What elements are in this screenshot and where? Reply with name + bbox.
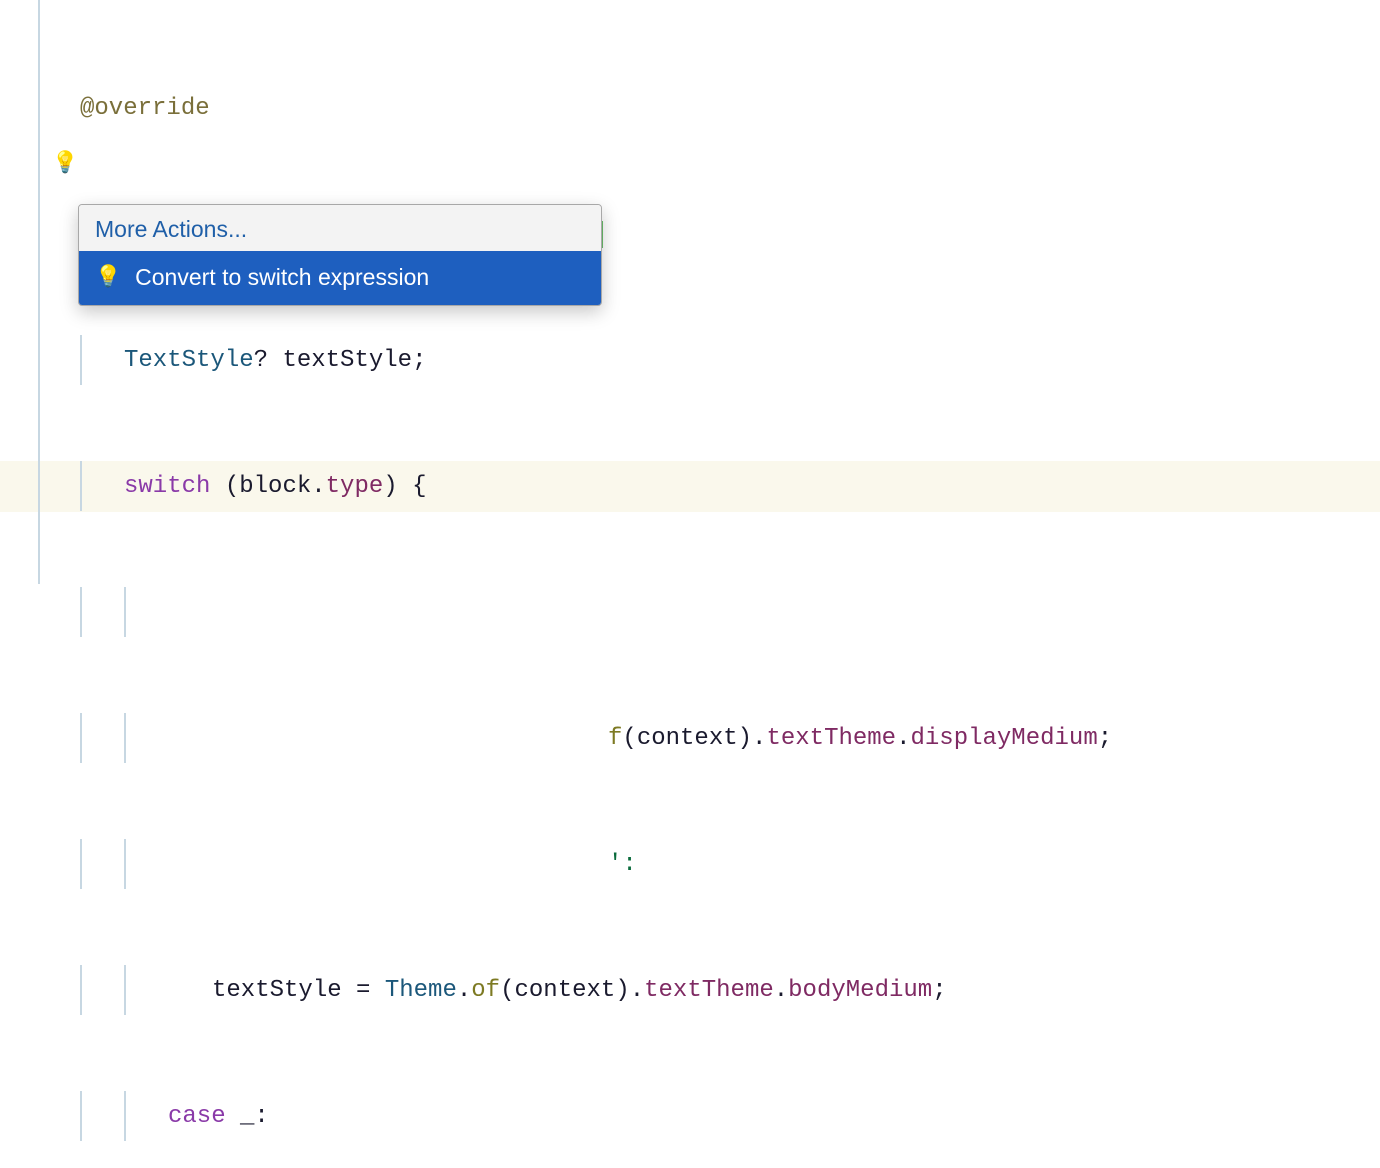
colon: : <box>254 1104 268 1129</box>
keyword-switch: switch <box>124 474 210 499</box>
code-line-active[interactable]: switch (block.type) { <box>80 461 1112 511</box>
variable: textStyle <box>212 978 342 1003</box>
dot: . <box>774 978 788 1003</box>
code-line[interactable]: ': <box>80 839 1112 889</box>
field: textTheme <box>644 978 774 1003</box>
arg: context <box>514 978 615 1003</box>
indent-guide <box>124 587 168 637</box>
method-partial: f <box>608 726 622 751</box>
equals: = <box>342 978 385 1003</box>
quick-fix-popup[interactable]: More Actions... 💡 Convert to switch expr… <box>78 204 602 306</box>
editor-left-rule <box>38 0 40 584</box>
dot: . <box>752 726 766 751</box>
dot: . <box>457 978 471 1003</box>
semicolon: ; <box>932 978 946 1003</box>
indent-guide <box>80 1091 124 1141</box>
variable: textStyle <box>282 348 412 373</box>
indent-guide <box>124 1091 168 1141</box>
annotation: @override <box>80 96 210 121</box>
field: type <box>326 474 384 499</box>
popup-item-convert-switch[interactable]: 💡 Convert to switch expression <box>79 251 601 305</box>
field: displayMedium <box>910 726 1097 751</box>
semicolon: ; <box>1098 726 1112 751</box>
keyword-case: case <box>168 1104 226 1129</box>
paren: ( <box>622 726 636 751</box>
paren: ( <box>500 978 514 1003</box>
brace-open: { <box>412 474 426 499</box>
field: textTheme <box>766 726 896 751</box>
object: block <box>239 474 311 499</box>
code-editor[interactable]: @override Widget build(BuildContext cont… <box>80 8 1112 1168</box>
nullable: ? <box>254 348 268 373</box>
code-line[interactable] <box>80 587 1112 637</box>
lightbulb-icon: 💡 <box>95 266 121 288</box>
popup-more-actions[interactable]: More Actions... <box>79 205 601 251</box>
code-line[interactable]: @override <box>80 84 1112 134</box>
wildcard: _ <box>226 1104 255 1129</box>
class: Theme <box>385 978 457 1003</box>
indent-guide <box>80 587 124 637</box>
dot: . <box>896 726 910 751</box>
field: bodyMedium <box>788 978 932 1003</box>
code-line[interactable]: case _: <box>80 1091 1112 1141</box>
arg: context <box>637 726 738 751</box>
indent-guide <box>80 965 124 1015</box>
indent-guide <box>80 335 124 385</box>
code-line[interactable]: f(context).textTheme.displayMedium; <box>80 713 1112 763</box>
string-tail: ': <box>608 852 637 877</box>
semicolon: ; <box>412 348 426 373</box>
code-line[interactable]: textStyle = Theme.of(context).textTheme.… <box>80 965 1112 1015</box>
indent-guide <box>80 713 124 763</box>
code-line[interactable]: TextStyle? textStyle; <box>80 335 1112 385</box>
lightbulb-icon[interactable]: 💡 <box>52 154 78 176</box>
paren: ) <box>383 474 397 499</box>
indent-guide <box>80 839 124 889</box>
popup-item-label: Convert to switch expression <box>135 265 429 289</box>
type: TextStyle <box>124 348 254 373</box>
dot: . <box>311 474 325 499</box>
indent-guide <box>124 965 168 1015</box>
paren: ) <box>738 726 752 751</box>
dot: . <box>630 978 644 1003</box>
paren: ( <box>225 474 239 499</box>
indent-guide <box>124 839 168 889</box>
indent-guide <box>124 713 168 763</box>
popup-header-label: More Actions... <box>95 216 247 242</box>
indent-guide <box>80 461 124 511</box>
method: of <box>471 978 500 1003</box>
paren: ) <box>615 978 629 1003</box>
